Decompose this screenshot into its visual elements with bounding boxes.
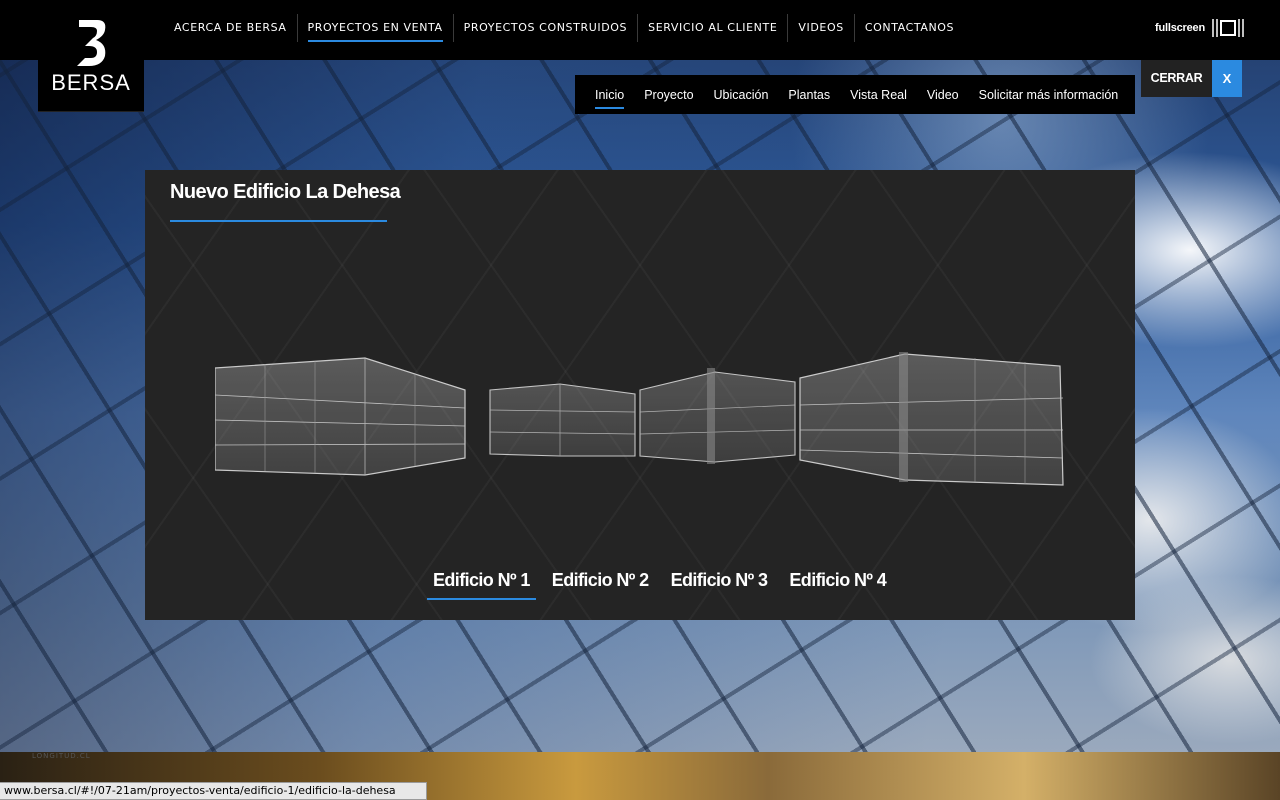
browser-status-url: www.bersa.cl/#!/07-21am/proyectos-venta/… [0,782,427,800]
project-panel: Nuevo Edificio La Dehesa Edificio Nº 1 E… [145,170,1135,620]
building-2-render [489,383,636,457]
nav-item-contactanos[interactable]: CONTACTANOS [853,14,964,42]
building-4-render [799,352,1064,486]
close-icon[interactable]: X [1212,60,1242,97]
subnav-item-solicitar-info[interactable]: Solicitar más información [979,75,1119,114]
buildings-xray-render[interactable] [215,350,1065,490]
project-subnavigation: Inicio Proyecto Ubicación Plantas Vista … [575,75,1135,114]
fullscreen-icon [1212,19,1244,37]
page-title: Nuevo Edificio La Dehesa [170,181,401,203]
subnav-item-inicio[interactable]: Inicio [595,75,625,114]
title-underline [170,220,387,222]
fullscreen-button[interactable]: fullscreen [1155,18,1245,38]
building-1-render [215,357,466,476]
subnav-item-plantas[interactable]: Plantas [788,75,830,114]
nav-item-acerca[interactable]: ACERCA DE BERSA [164,14,297,42]
building-tabs: Edificio Nº 1 Edificio Nº 2 Edificio Nº … [427,565,902,600]
logo[interactable]: BERSA [38,0,144,112]
close-button[interactable]: CERRAR [1141,60,1212,97]
nav-item-servicio-cliente[interactable]: SERVICIO AL CLIENTE [637,14,787,42]
tab-edificio-2[interactable]: Edificio Nº 2 [546,565,655,600]
subnav-item-ubicacion[interactable]: Ubicación [714,75,769,114]
main-navigation: ACERCA DE BERSA PROYECTOS EN VENTA PROYE… [164,14,964,42]
logo-text: BERSA [51,70,131,95]
tab-edificio-3[interactable]: Edificio Nº 3 [665,565,774,600]
nav-item-proyectos-construidos[interactable]: PROYECTOS CONSTRUIDOS [452,14,637,42]
building-3-render [639,368,796,464]
subnav-item-vista-real[interactable]: Vista Real [850,75,907,114]
watermark: LONGITUD.CL [32,752,91,760]
subnav-item-proyecto[interactable]: Proyecto [644,75,693,114]
tab-edificio-4[interactable]: Edificio Nº 4 [783,565,892,600]
tab-edificio-1[interactable]: Edificio Nº 1 [427,565,536,600]
nav-item-proyectos-venta[interactable]: PROYECTOS EN VENTA [296,14,453,42]
bersa-logo-icon [77,20,106,66]
nav-item-videos[interactable]: VIDEOS [787,14,853,42]
subnav-item-video[interactable]: Video [927,75,959,114]
fullscreen-label: fullscreen [1155,22,1205,34]
close-control: CERRAR X [1141,60,1242,97]
